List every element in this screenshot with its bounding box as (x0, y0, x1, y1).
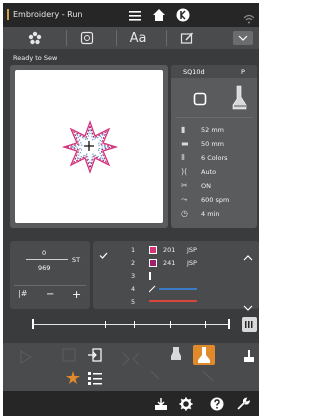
speed-row: ⤳ 600 spm (181, 195, 230, 204)
brand-logo-icon[interactable] (176, 7, 190, 22)
slider-track (34, 324, 230, 325)
spool-icon: Ⅱ (181, 153, 185, 162)
stitch-divider (14, 285, 86, 286)
slider-end (228, 319, 230, 329)
app-logo-bar (7, 9, 9, 20)
exit-design-icon[interactable] (87, 347, 103, 363)
settings-gear-icon[interactable] (178, 396, 194, 412)
thread-cut-row: )( Auto (181, 167, 217, 176)
time-row: ◷ 4 min (181, 209, 220, 218)
thread-swatch (149, 246, 157, 254)
toolbar: Aa (3, 27, 259, 49)
stitch-position-slider[interactable] (10, 315, 259, 337)
hoop-design-icon[interactable] (77, 28, 97, 48)
ready-status-text: Ready to Sew (13, 54, 58, 62)
wifi-icon (243, 9, 255, 24)
thread-line (149, 285, 197, 293)
embroidery-design-icon[interactable] (25, 28, 45, 48)
thread-brand: JSP (187, 259, 197, 267)
home-icon[interactable] (152, 7, 166, 21)
thread-row[interactable]: 2 241 JSP (93, 257, 259, 269)
color-count-row: Ⅱ 6 Colors (181, 153, 228, 162)
thread-bar (149, 272, 151, 280)
presser-foot-lift-button[interactable] (193, 345, 215, 365)
stitch-minus-button[interactable]: − (46, 289, 54, 300)
design-width-row: ▬ 50 mm (181, 139, 225, 148)
scroll-up-icon[interactable] (243, 246, 253, 265)
slider-handle[interactable] (32, 319, 34, 329)
thread-cut-icon: )( (181, 167, 188, 176)
thread-color-list: 1 201 JSP 2 241 JSP 3 4 5 (93, 241, 259, 311)
thread-row[interactable]: 3 (93, 270, 259, 282)
wrench-icon[interactable] (235, 396, 251, 412)
hoop-size-label: SQ10d (183, 68, 205, 76)
scroll-down-icon[interactable] (243, 296, 253, 315)
thread-row[interactable]: 1 201 JSP (93, 244, 259, 256)
run-controls-panel (3, 343, 259, 391)
design-info-panel: SQ10d P ▮ 52 mm ▬ 50 mm Ⅱ 6 Colors )( Au… (171, 65, 257, 228)
bobbin-winder-icon[interactable] (243, 348, 255, 362)
stitch-unit: ST (72, 256, 81, 264)
hoop-canvas[interactable] (15, 70, 163, 223)
height-icon: ▮ (181, 125, 186, 134)
scissors-icon: ✂ (181, 181, 188, 190)
thread-row[interactable]: 4 (93, 283, 259, 295)
design-height-row: ▮ 52 mm (181, 125, 225, 134)
thread-row[interactable]: 5 (93, 296, 259, 308)
needle-icon[interactable] (169, 346, 183, 362)
stitch-counter-panel: 0 ST 969 |# − + (10, 241, 90, 309)
hoop-icon[interactable] (193, 91, 207, 106)
slider-tick (170, 321, 171, 328)
edit-design-icon[interactable] (177, 28, 197, 48)
app-frame: Embroidery - Run Aa Ready to Sew SQ10d P… (3, 3, 259, 416)
sequence-menu-icon[interactable] (242, 317, 257, 332)
disabled-controls-overlay (20, 348, 214, 382)
footer-bar (3, 391, 259, 416)
app-title: Embroidery - Run (13, 10, 83, 19)
slider-tick (105, 321, 106, 328)
thread-brand: JSP (187, 246, 197, 254)
help-icon[interactable] (209, 396, 225, 412)
clock-icon: ◷ (181, 209, 188, 218)
text-button[interactable]: Aa (127, 28, 149, 48)
toolbar-divider (66, 30, 67, 46)
presser-foot-label: P (241, 68, 245, 76)
width-icon: ▬ (181, 139, 189, 148)
menu-icon[interactable] (128, 8, 142, 22)
color-sort-icon[interactable] (65, 370, 81, 386)
info-divider (175, 117, 253, 118)
slider-tick (134, 321, 135, 328)
color-list-icon[interactable] (87, 370, 103, 386)
thread-code: 201 (163, 246, 176, 254)
speed-icon: ⤳ (181, 195, 188, 204)
stitch-fraction-line (26, 259, 68, 260)
thread-code: 241 (163, 259, 176, 267)
thread-line (149, 300, 197, 302)
trim-row: ✂ ON (181, 181, 211, 190)
info-header: SQ10d P (171, 65, 257, 78)
expand-dropdown-icon[interactable] (233, 31, 253, 45)
stitch-plus-button[interactable]: + (72, 288, 81, 301)
toolbar-divider (116, 30, 117, 46)
stitch-jump-icon[interactable]: |# (18, 289, 32, 303)
total-stitch: 969 (38, 264, 51, 272)
download-icon[interactable] (153, 396, 169, 412)
center-crosshair-icon (84, 141, 94, 151)
status-bar: Embroidery - Run (3, 3, 259, 27)
presser-foot-icon[interactable] (229, 85, 249, 111)
slider-tick (205, 321, 206, 328)
design-preview-panel (10, 65, 168, 228)
thread-swatch (149, 259, 157, 267)
current-stitch: 0 (42, 249, 47, 257)
toolbar-divider (166, 30, 167, 46)
